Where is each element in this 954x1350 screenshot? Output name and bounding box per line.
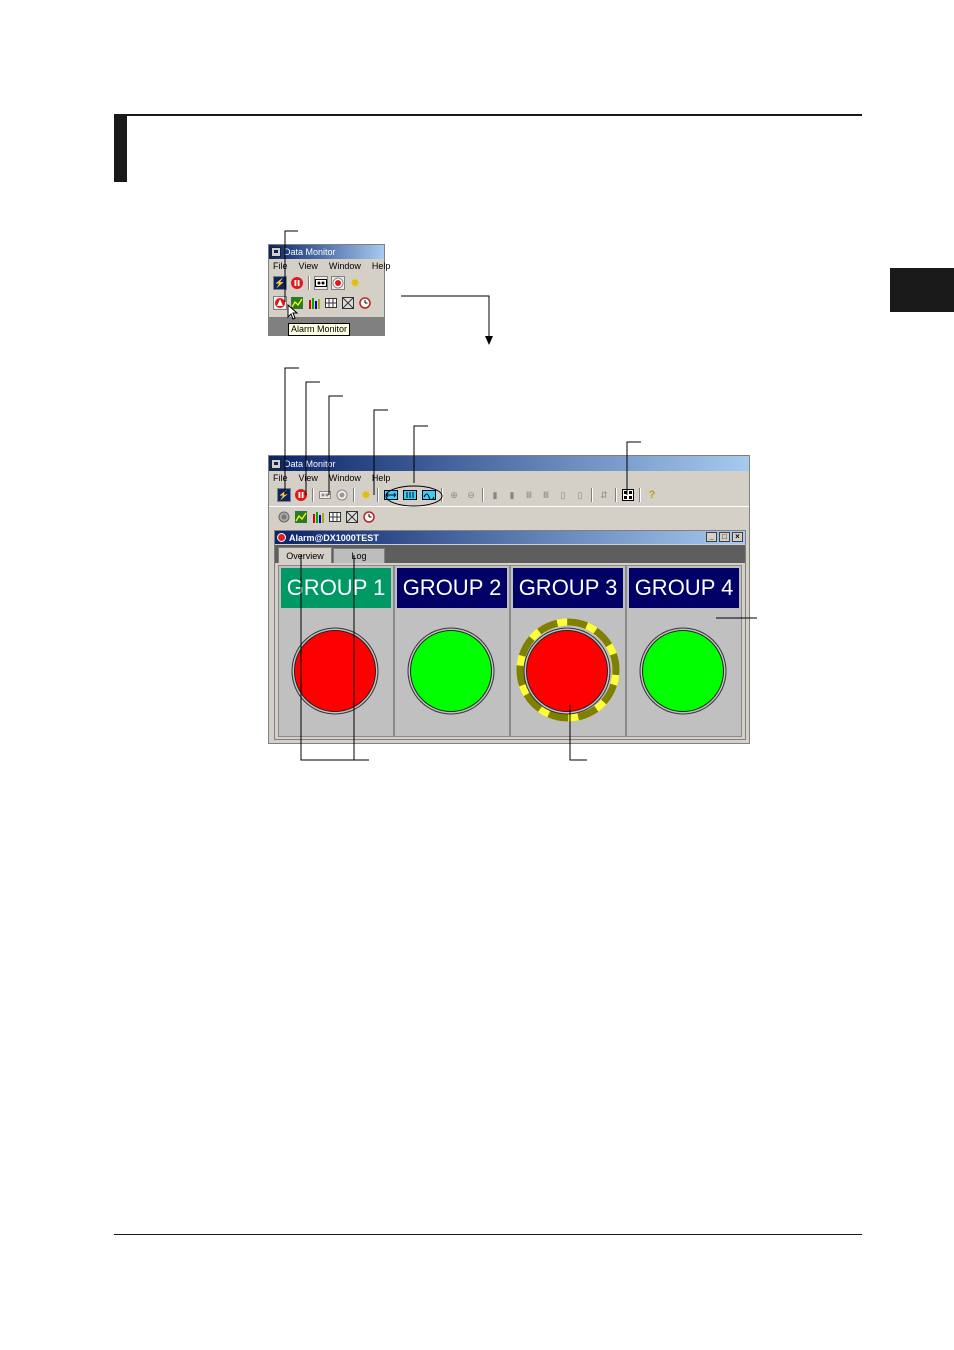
help-icon[interactable]: ?	[645, 488, 659, 502]
star-burst-icon[interactable]: ✸	[348, 276, 362, 290]
group-panel-3[interactable]: GROUP 3	[510, 565, 626, 737]
bar-graph-icon[interactable]	[307, 296, 321, 310]
group-panel-1[interactable]: GROUP 1	[278, 565, 394, 737]
cursor-ab-icon[interactable]: Ⅲ	[522, 488, 536, 502]
main-data-monitor-window: Data Monitor File View Window Help ⚡ ✸ ⊕…	[268, 455, 750, 744]
group-label: GROUP 2	[397, 568, 507, 608]
main-toolbar-2	[269, 506, 749, 527]
menu-view[interactable]: View	[299, 473, 318, 483]
cursor-b-icon[interactable]: ▮	[505, 488, 519, 502]
pause-icon[interactable]	[294, 488, 308, 502]
toolbar-separator	[482, 488, 484, 502]
small-window-titlebar[interactable]: Data Monitor	[269, 245, 384, 259]
maximize-button[interactable]: □	[719, 532, 730, 542]
lightning-icon[interactable]: ⚡	[277, 488, 291, 502]
alarm-monitor-icon[interactable]	[277, 510, 291, 524]
alarm-lamp	[410, 630, 492, 712]
display-scale-2-icon[interactable]	[402, 488, 418, 502]
small-window-title: Data Monitor	[284, 247, 336, 257]
alarm-window-title: Alarm@DX1000TEST	[289, 532, 379, 543]
record-icon[interactable]	[335, 488, 349, 502]
display-scale-3-icon[interactable]	[421, 488, 437, 502]
toolbar-separator	[353, 488, 355, 502]
small-menubar: File View Window Help	[269, 259, 390, 272]
mouse-cursor-icon	[287, 304, 299, 320]
alarm-lamp	[642, 630, 724, 712]
toolbar-separator	[591, 488, 593, 502]
tape-icon[interactable]	[314, 276, 328, 290]
main-toolbar-1: ⚡ ✸ ⊕ ⊖ ▮ ▮ Ⅲ Ⅲ ▯ ▯ ⇵ ?	[269, 484, 749, 506]
trend-icon[interactable]	[294, 510, 308, 524]
toolbar-separator	[377, 488, 379, 502]
tab-overview[interactable]: Overview	[278, 547, 332, 563]
cursor-right-icon[interactable]: ▯	[573, 488, 587, 502]
layout-icon[interactable]	[621, 488, 635, 502]
group-panel-2[interactable]: GROUP 2	[394, 565, 510, 737]
tab-strip: Overview Log	[275, 545, 745, 563]
monitor-app-icon	[271, 247, 281, 257]
menu-help[interactable]: Help	[372, 261, 391, 271]
monitor-app-icon	[271, 458, 281, 469]
window-controls: _ □ ×	[704, 532, 743, 542]
main-menubar: File View Window Help	[269, 471, 749, 484]
alarm-monitor-icon[interactable]	[273, 296, 287, 310]
group-overview-panel: GROUP 1 GROUP 2 GROUP 3 GROUP 4	[278, 565, 742, 737]
toolbar-separator	[441, 488, 443, 502]
footer-rule	[114, 1234, 862, 1235]
lightning-icon[interactable]: ⚡	[273, 276, 287, 290]
clock-icon[interactable]	[358, 296, 372, 310]
small-toolbar-1: ⚡ ✸	[269, 272, 384, 294]
menu-view[interactable]: View	[299, 261, 318, 271]
display-scale-1-icon[interactable]	[383, 488, 399, 502]
menu-file[interactable]: File	[273, 473, 288, 483]
menu-help[interactable]: Help	[372, 473, 391, 483]
alarm-window-titlebar[interactable]: Alarm@DX1000TEST _ □ ×	[275, 531, 745, 544]
tab-log[interactable]: Log	[333, 548, 385, 563]
zoom-in-icon[interactable]: ⊕	[447, 488, 461, 502]
chapter-tab-marker	[890, 268, 954, 312]
alarm-monitor-tooltip: Alarm Monitor	[288, 323, 351, 336]
zoom-out-icon[interactable]: ⊖	[464, 488, 478, 502]
menu-file[interactable]: File	[273, 261, 288, 271]
tape-icon[interactable]	[318, 488, 332, 502]
header-rule	[114, 114, 862, 116]
main-window-title: Data Monitor	[284, 458, 336, 469]
group-label: GROUP 1	[281, 568, 391, 608]
cursor-move-icon[interactable]: Ⅲ	[539, 488, 553, 502]
main-window-titlebar[interactable]: Data Monitor	[269, 456, 749, 471]
arrow-head-icon	[485, 336, 493, 345]
record-icon[interactable]	[331, 276, 345, 290]
alarm-app-icon	[277, 533, 286, 542]
overview-icon[interactable]	[341, 296, 355, 310]
clock-icon[interactable]	[362, 510, 376, 524]
bar-graph-icon[interactable]	[311, 510, 325, 524]
toolbar-separator	[639, 488, 641, 502]
group-panel-4[interactable]: GROUP 4	[626, 565, 742, 737]
toolbar-separator	[615, 488, 617, 502]
jump-icon[interactable]: ⇵	[597, 488, 611, 502]
digital-icon[interactable]	[324, 296, 338, 310]
overview-icon[interactable]	[345, 510, 359, 524]
digital-icon[interactable]	[328, 510, 342, 524]
close-button[interactable]: ×	[732, 532, 743, 542]
alarm-lamp	[526, 630, 608, 712]
cursor-left-icon[interactable]: ▯	[556, 488, 570, 502]
menu-window[interactable]: Window	[329, 473, 361, 483]
group-label: GROUP 4	[629, 568, 739, 608]
minimize-button[interactable]: _	[706, 532, 717, 542]
alarm-lamp	[294, 630, 376, 712]
toolbar-separator	[312, 488, 314, 502]
cursor-a-icon[interactable]: ▮	[488, 488, 502, 502]
section-side-bar	[114, 114, 127, 182]
pause-icon[interactable]	[290, 276, 304, 290]
callout-arrow-line	[401, 295, 490, 338]
menu-window[interactable]: Window	[329, 261, 361, 271]
alarm-monitor-window: Alarm@DX1000TEST _ □ × Overview Log GROU…	[274, 530, 746, 740]
group-label: GROUP 3	[513, 568, 623, 608]
star-burst-icon[interactable]: ✸	[359, 488, 373, 502]
toolbar-separator	[308, 276, 310, 290]
